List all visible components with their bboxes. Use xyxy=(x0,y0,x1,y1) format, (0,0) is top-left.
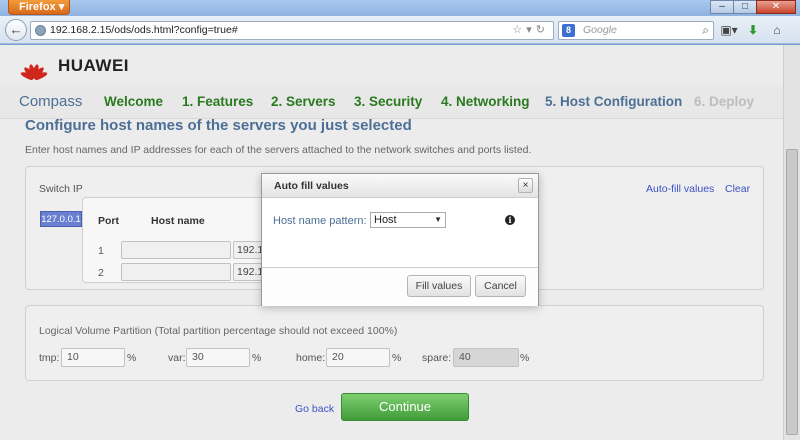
step-welcome[interactable]: Welcome xyxy=(104,94,163,109)
tmp-input[interactable]: 10 xyxy=(61,348,125,367)
info-icon[interactable]: i xyxy=(505,215,515,225)
home-icon[interactable]: ⌂ xyxy=(768,21,786,39)
fill-values-button[interactable]: Fill values xyxy=(407,275,471,297)
wizard-steps: Compass Welcome 1. Features 2. Servers 3… xyxy=(0,85,783,119)
close-icon[interactable]: × xyxy=(518,178,533,193)
page-description: Enter host names and IP addresses for ea… xyxy=(25,144,532,156)
dialog-footer: Fill values Cancel xyxy=(262,267,538,306)
partition-title: Logical Volume Partition (Total partitio… xyxy=(39,325,398,337)
port-column-header: Port xyxy=(98,215,119,227)
switch-ip-tab[interactable]: 127.0.0.1 xyxy=(40,211,82,227)
step-deploy: 6. Deploy xyxy=(694,94,755,109)
browser-navbar: ← 192.168.2.15/ods/ods.html?config=true#… xyxy=(0,16,800,44)
percent-unit: % xyxy=(252,352,262,364)
site-identity-icon[interactable] xyxy=(35,25,46,36)
page-scrollbar[interactable] xyxy=(783,45,800,440)
cancel-button[interactable]: Cancel xyxy=(475,275,526,297)
percent-unit: % xyxy=(127,352,137,364)
logical-volume-partition-panel: Logical Volume Partition (Total partitio… xyxy=(25,305,764,381)
tmp-label: tmp: xyxy=(39,352,60,364)
maximize-icon[interactable]: □ xyxy=(733,0,757,14)
chevron-down-icon: ▼ xyxy=(434,215,442,224)
selected-pattern: Host xyxy=(374,214,397,226)
host-name-input[interactable] xyxy=(121,263,231,281)
page-title: Configure host names of the servers you … xyxy=(25,117,412,134)
var-label: var: xyxy=(168,352,186,364)
scrollbar-thumb[interactable] xyxy=(786,149,798,435)
window-controls: – □ ✕ xyxy=(710,0,796,14)
clear-link[interactable]: Clear xyxy=(725,183,750,195)
huawei-logo-icon xyxy=(18,54,50,81)
brand-name: HUAWEI xyxy=(58,56,129,75)
window-titlebar: Firefox ▾ – □ ✕ xyxy=(0,0,800,16)
port-number: 1 xyxy=(98,245,104,257)
back-arrow-icon[interactable]: ← xyxy=(5,19,27,41)
step-networking[interactable]: 4. Networking xyxy=(441,94,530,109)
compass-title: Compass xyxy=(19,93,83,110)
url-text: 192.168.2.15/ods/ods.html?config=true# xyxy=(50,24,238,36)
host-name-pattern-select[interactable]: Host ▼ xyxy=(370,212,446,228)
home-label: home: xyxy=(296,352,326,364)
spare-label: spare: xyxy=(422,352,452,364)
host-name-input[interactable] xyxy=(121,241,231,259)
switch-ip-label: Switch IP xyxy=(39,183,83,195)
minimize-icon[interactable]: – xyxy=(710,0,734,14)
dialog-title: Auto fill values xyxy=(274,180,349,192)
auto-fill-values-link[interactable]: Auto-fill values xyxy=(646,183,714,195)
search-placeholder: Google xyxy=(583,24,617,36)
download-icon[interactable]: ⬇ xyxy=(744,21,762,39)
host-name-pattern-label: Host name pattern: xyxy=(273,215,367,227)
port-number: 2 xyxy=(98,267,104,279)
search-magnifier-icon[interactable]: ⌕ xyxy=(702,23,709,38)
home-input[interactable]: 20 xyxy=(326,348,390,367)
step-servers[interactable]: 2. Servers xyxy=(271,94,336,109)
url-actions: ☆▾↻ xyxy=(512,23,549,36)
step-features[interactable]: 1. Features xyxy=(182,94,253,109)
firefox-menu-button[interactable]: Firefox ▾ xyxy=(8,0,70,15)
bookmarks-icon[interactable]: ▣▾ xyxy=(720,21,738,39)
host-name-column-header: Host name xyxy=(151,215,205,227)
dialog-header: Auto fill values × xyxy=(262,174,538,198)
google-icon[interactable]: 8 xyxy=(562,24,575,37)
close-window-icon[interactable]: ✕ xyxy=(756,0,796,14)
search-bar[interactable]: 8 Google ⌕ xyxy=(558,21,714,40)
dropdown-icon[interactable]: ▾ xyxy=(526,24,536,36)
bookmark-star-icon[interactable]: ☆ xyxy=(512,24,526,36)
percent-unit: % xyxy=(392,352,402,364)
var-input[interactable]: 30 xyxy=(186,348,250,367)
brand-header: HUAWEI xyxy=(18,54,129,81)
step-host-configuration[interactable]: 5. Host Configuration xyxy=(545,94,682,109)
spare-input: 40 xyxy=(453,348,519,367)
reload-icon[interactable]: ↻ xyxy=(536,24,549,36)
toolbar-icons: ▣▾ ⬇ ⌂ xyxy=(720,21,786,39)
go-back-link[interactable]: Go back xyxy=(295,403,334,415)
continue-button[interactable]: Continue xyxy=(341,393,469,421)
step-security[interactable]: 3. Security xyxy=(354,94,422,109)
auto-fill-dialog: Auto fill values × Host name pattern: Ho… xyxy=(261,173,539,306)
percent-unit: % xyxy=(520,352,530,364)
address-bar[interactable]: 192.168.2.15/ods/ods.html?config=true# ☆… xyxy=(30,21,554,40)
